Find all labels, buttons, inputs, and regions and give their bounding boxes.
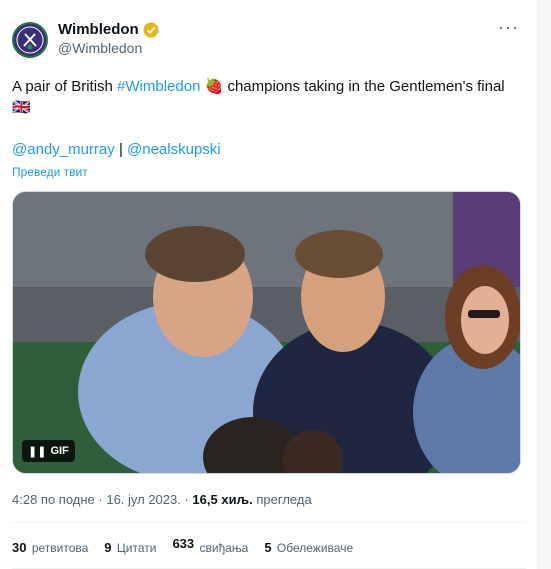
likes-stat[interactable]: 633 свиђања (172, 536, 249, 555)
retweets-label: ретвитова (31, 541, 89, 555)
likes-count: 633 (172, 536, 195, 551)
mention-link[interactable]: @andy_murray (12, 141, 115, 158)
tweet-media-gif[interactable]: ❚❚ GIF (12, 191, 521, 474)
avatar[interactable] (12, 22, 48, 58)
tweet-time[interactable]: 4:28 по подне (12, 492, 95, 507)
tweet-card: Wimbledon @Wimbledon ··· A pair of Briti… (0, 0, 538, 569)
bookmarks-count: 5 (264, 540, 272, 555)
strawberry-emoji: 🍓 (204, 78, 224, 95)
mention-separator: | (114, 141, 128, 158)
quotes-label: Цитати (116, 541, 157, 555)
retweets-stat[interactable]: 30 ретвитова (12, 540, 88, 555)
divider (12, 522, 526, 523)
views-count: 16,5 хиљ. (192, 492, 253, 507)
flag-emoji: 🇬🇧 (12, 99, 31, 116)
more-options-icon[interactable]: ··· (498, 18, 519, 36)
gif-label: GIF (50, 445, 69, 457)
author-name[interactable]: Wimbledon (58, 21, 139, 38)
tweet-meta: 4:28 по подне · 16. јул 2023. · 16,5 хиљ… (12, 492, 312, 507)
likes-label: свиђања (199, 541, 249, 555)
verified-badge-icon (143, 22, 159, 37)
tweet-mentions: @andy_murray | @nealskupski (12, 141, 221, 158)
meta-separator: · (180, 492, 193, 507)
tweet-text-part: A pair of British (12, 78, 118, 95)
scrollbar[interactable] (538, 0, 551, 569)
mention-link[interactable]: @nealskupski (127, 141, 221, 158)
bookmarks-label: Обележиваче (276, 541, 354, 555)
tweet-date[interactable]: 16. јул 2023. (106, 492, 181, 507)
hashtag-link[interactable]: #Wimbledon (117, 78, 200, 95)
tweet-author: Wimbledon @Wimbledon (58, 21, 159, 56)
quotes-stat[interactable]: 9 Цитати (104, 540, 156, 555)
author-handle[interactable]: @Wimbledon (58, 40, 159, 56)
translate-tweet-link[interactable]: Преведи твит (12, 165, 88, 179)
retweets-count: 30 (12, 540, 27, 555)
quotes-count: 9 (104, 540, 112, 555)
gif-frame-image (13, 192, 520, 473)
wimbledon-logo-icon (16, 26, 44, 54)
tweet-stats: 30 ретвитова 9 Цитати 633 свиђања 5 Обел… (12, 536, 353, 555)
pause-icon[interactable]: ❚❚ (28, 445, 46, 458)
bookmarks-stat[interactable]: 5 Обележиваче (264, 540, 353, 555)
views-label: прегледа (256, 492, 312, 507)
tweet-text: A pair of British #Wimbledon 🍓 champions… (12, 76, 522, 118)
gif-badge[interactable]: ❚❚ GIF (22, 440, 75, 462)
tweet-text-part: champions taking in the Gentlemen's fina… (223, 78, 505, 95)
meta-separator: · (94, 492, 107, 507)
